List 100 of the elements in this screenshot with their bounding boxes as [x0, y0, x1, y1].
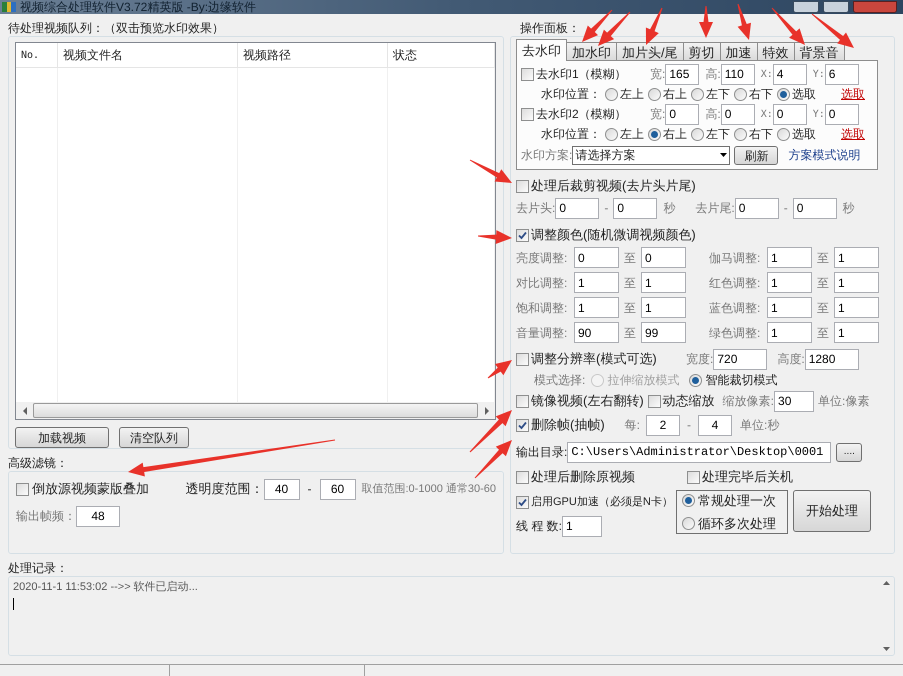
radio-button[interactable] — [605, 128, 618, 140]
tab[interactable]: 加片头/尾 — [616, 42, 684, 61]
radio-button[interactable] — [682, 516, 695, 530]
radio-button[interactable] — [648, 128, 661, 140]
radio-button[interactable] — [682, 494, 695, 508]
check-icon — [518, 230, 527, 240]
text-field[interactable]: 99 — [641, 322, 686, 343]
radio-label: 右上 — [663, 126, 687, 143]
scroll-up-icon[interactable] — [882, 581, 890, 585]
tab[interactable]: 特效 — [756, 42, 795, 61]
text-field[interactable]: 0 — [555, 198, 600, 218]
field-label: 透明度范围： — [186, 480, 264, 498]
checkbox-label: 处理后裁剪视频(去片头片尾) — [531, 177, 696, 196]
radio-button[interactable] — [689, 374, 702, 386]
horizontal-scrollbar[interactable] — [16, 402, 495, 419]
checkbox[interactable] — [516, 228, 529, 242]
text-field[interactable]: 1 — [767, 272, 812, 293]
refresh-button[interactable]: 刷新 — [734, 146, 778, 164]
text-field[interactable]: 1 — [767, 247, 812, 268]
start-button[interactable]: 开始处理 — [793, 490, 871, 532]
pick-link[interactable]: 选取 — [841, 85, 865, 103]
scroll-down-icon[interactable] — [882, 647, 890, 651]
text-field[interactable]: 110 — [720, 64, 755, 84]
checkbox[interactable] — [516, 496, 529, 508]
text-field[interactable]: 0 — [720, 104, 755, 124]
checkbox[interactable] — [521, 68, 534, 80]
radio-button[interactable] — [777, 128, 790, 140]
checkbox[interactable] — [516, 418, 529, 432]
radio-button[interactable] — [648, 88, 661, 100]
checkbox[interactable] — [16, 482, 29, 496]
scheme-dropdown[interactable]: 请选择方案 — [572, 146, 730, 164]
text-field[interactable]: 0 — [734, 198, 779, 218]
text-field[interactable]: 4 — [698, 414, 732, 436]
text-field[interactable]: 90 — [574, 322, 619, 343]
text-field[interactable]: 1 — [641, 272, 686, 293]
text-field[interactable]: 720 — [713, 348, 768, 370]
scroll-thumb[interactable] — [33, 403, 478, 418]
text-field[interactable]: 4 — [772, 64, 807, 84]
text-field[interactable]: 1 — [574, 297, 619, 318]
checkbox[interactable] — [516, 180, 529, 192]
radio-label: 左下 — [706, 126, 730, 143]
text-field[interactable]: 1 — [834, 297, 879, 318]
radio-button[interactable] — [777, 88, 790, 100]
browse-button[interactable]: .... — [836, 442, 862, 462]
checkbox[interactable] — [521, 108, 534, 120]
text-field[interactable]: 0 — [574, 247, 619, 268]
pick-link[interactable]: 选取 — [841, 125, 865, 143]
text-field[interactable]: 165 — [665, 64, 700, 84]
checkbox[interactable] — [516, 470, 529, 484]
action-button[interactable]: 加载视频 — [15, 427, 109, 448]
text-field[interactable]: 1 — [834, 322, 879, 343]
field-label: Y: — [812, 68, 825, 82]
text-field[interactable]: 1 — [834, 247, 879, 268]
field-label: 线 程 数: — [516, 518, 562, 535]
radio-button[interactable] — [691, 128, 704, 140]
text-field[interactable]: 1 — [562, 516, 602, 536]
text-field[interactable]: 0 — [665, 104, 700, 124]
text-field[interactable]: 0 — [613, 198, 658, 218]
range-dash: - — [784, 200, 788, 217]
text-field[interactable]: 0 — [772, 104, 807, 124]
text-field[interactable]: 6 — [824, 64, 859, 84]
column-header[interactable]: 状态 — [388, 43, 495, 67]
minimize-button[interactable] — [793, 1, 819, 13]
text-field[interactable]: 1 — [574, 272, 619, 293]
checkbox[interactable] — [648, 394, 661, 408]
text-field[interactable]: 2 — [646, 414, 680, 436]
text-field[interactable]: 1280 — [804, 348, 859, 370]
annotation-arrow — [812, 14, 854, 48]
text-field[interactable]: 1 — [834, 272, 879, 293]
action-button[interactable]: 清空队列 — [119, 427, 189, 448]
maximize-button[interactable] — [823, 1, 849, 13]
checkbox[interactable] — [687, 470, 700, 484]
checkbox[interactable] — [516, 352, 529, 366]
radio-button[interactable] — [734, 88, 747, 100]
tab[interactable]: 背景音 — [794, 42, 845, 61]
checkbox-label: 处理后删除原视频 — [531, 468, 636, 486]
text-field[interactable]: 1 — [641, 297, 686, 318]
column-header[interactable]: No. — [16, 43, 58, 67]
text-field[interactable]: 0 — [824, 104, 859, 124]
tab[interactable]: 加速 — [720, 42, 758, 61]
radio-button[interactable] — [734, 128, 747, 140]
text-field[interactable]: 30 — [774, 390, 814, 412]
output-path-field[interactable]: C:\Users\Administrator\Desktop\0001 — [567, 442, 832, 462]
text-field[interactable]: 40 — [264, 478, 300, 500]
column-header[interactable]: 视频文件名 — [58, 43, 238, 67]
radio-button[interactable] — [691, 88, 704, 100]
column-header[interactable]: 视频路径 — [238, 43, 388, 67]
text-field[interactable]: 1 — [767, 297, 812, 318]
text-field[interactable]: 48 — [76, 506, 120, 526]
close-button[interactable] — [853, 1, 897, 13]
tab[interactable]: 剪切 — [682, 42, 721, 61]
tab[interactable]: 去水印 — [516, 39, 567, 61]
radio-button[interactable] — [605, 88, 618, 100]
range-dash: - — [687, 417, 692, 434]
text-field[interactable]: 60 — [320, 478, 356, 500]
help-link[interactable]: 方案模式说明 — [788, 146, 860, 164]
text-field[interactable]: 1 — [767, 322, 812, 343]
text-field[interactable]: 0 — [792, 198, 837, 218]
text-field[interactable]: 0 — [641, 247, 686, 268]
checkbox[interactable] — [516, 394, 529, 408]
